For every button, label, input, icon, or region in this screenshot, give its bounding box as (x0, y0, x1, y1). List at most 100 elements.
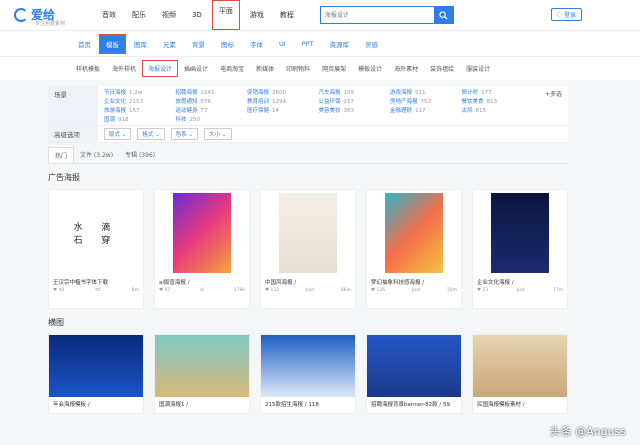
category-item[interactable]: 样机模板 (70, 64, 106, 73)
subnav-inspiration[interactable]: 灵感 (357, 39, 386, 49)
subnav-fonts[interactable]: 字体 (242, 39, 271, 49)
poster-thumb (367, 190, 461, 276)
subnav-elements[interactable]: 元素 (155, 39, 184, 49)
banner-thumb (49, 335, 143, 397)
category-item[interactable]: 装饰墙绘 (424, 64, 460, 73)
banner-thumb (155, 335, 249, 397)
subnav-ui[interactable]: UI (271, 40, 294, 48)
nav-item-3d[interactable]: 3D (184, 0, 210, 30)
subnav-icons[interactable]: 图标 (213, 39, 242, 49)
tab-albums[interactable]: 专辑 (396) (119, 147, 161, 163)
scene-filter-item[interactable]: 放假通知 576 (175, 97, 247, 105)
scene-filter-item[interactable]: 游戏海报 511 (390, 88, 462, 96)
scene-filter-item[interactable]: 国潮 918 (104, 115, 175, 123)
poster-thumb (261, 190, 355, 276)
scene-filter-item[interactable]: 运动健身 77 (175, 106, 247, 114)
scene-filter-item[interactable]: 倒计时 177 (461, 88, 532, 96)
filter-panel: 场景 节日海报 1.2w 招聘海报 2241 促销海报 2600 汽车海报 109 游戏海报 51… (48, 86, 568, 143)
scene-filter-row: 场景 节日海报 1.2w 招聘海报 2241 促销海报 2600 汽车海报 109 游戏海报 51… (48, 86, 568, 126)
poster-card[interactable]: ai版宣海报 / ♥ 47 ai 179k (154, 189, 250, 309)
dropdown-size[interactable]: 大小 ⌄ (204, 128, 232, 140)
category-item[interactable]: 电商淘宝 (214, 64, 250, 73)
subnav-backgrounds[interactable]: 背景 (184, 39, 213, 49)
nav-item-tutorial[interactable]: 教程 (272, 0, 302, 30)
scene-filter-item[interactable]: 旅游海报 157 (104, 106, 175, 114)
category-item[interactable]: 服装设计 (460, 64, 496, 73)
tab-hot[interactable]: 热门 (48, 147, 75, 163)
category-item[interactable]: 印刷物料 (280, 64, 316, 73)
category-item[interactable]: 网页展架 (316, 64, 352, 73)
chevron-down-icon: ⌄ (221, 132, 227, 138)
search-icon (439, 10, 448, 20)
scene-filter-item[interactable]: 房地产海报 753 (390, 97, 462, 105)
scene-filter-item[interactable]: 企业文化 2153 (104, 97, 175, 105)
poster-card[interactable]: 梦幻抽象科技感海报 / ♥ 126 psd 35m (366, 189, 462, 309)
ads-card-list: 水 滴石 穿 王汉宗中楷书字体下载 ♥ 40 ttf 8m ai版宣海报 / ♥ 4… (48, 189, 640, 309)
chevron-down-icon: ⌄ (188, 132, 194, 138)
scene-label: 场景 (48, 86, 98, 125)
subnav-home[interactable]: 首页 (70, 39, 99, 49)
poster-card[interactable]: 企业文化海报 / ♥ 23 psd 17m (472, 189, 568, 309)
logo-subtitle: 专注免费素材 (35, 21, 66, 27)
poster-thumb (473, 190, 567, 276)
banner-card[interactable]: 年会海报模板 / (48, 334, 144, 414)
chevron-down-icon: ⌄ (155, 132, 160, 138)
banner-card[interactable]: 招聘海报背景banner-82款 / 59 (366, 334, 462, 414)
banner-card[interactable]: 民国海报模板素材 / (472, 334, 568, 414)
dropdown-color[interactable]: 色系 ⌄ (170, 128, 199, 140)
scene-filter-item[interactable]: 汽车海报 109 (318, 88, 390, 96)
category-item[interactable]: 新媒体 (250, 64, 280, 73)
category-item[interactable]: 插画设计 (178, 64, 214, 73)
scene-filter-item[interactable]: 医疗保健 14 (247, 106, 318, 114)
banner-card[interactable]: 国潮海报1 / (154, 334, 250, 414)
poster-thumb (155, 190, 249, 276)
poster-card[interactable]: 水 滴石 穿 王汉宗中楷书字体下载 ♥ 40 ttf 8m (48, 189, 144, 309)
login-label: 登录 (563, 12, 576, 19)
subnav-ppt[interactable]: PPT (294, 40, 322, 48)
subnav-templates[interactable]: 模板 (99, 33, 126, 54)
banner-thumb (473, 335, 567, 397)
category-item-poster[interactable]: 海报设计 (142, 60, 179, 77)
scene-filter-item[interactable]: 金融理财 117 (390, 106, 462, 114)
top-bar: 爱给 专注免费素材 音效 配乐 视频 3D 平面 游戏 教程 ◌ 登录 (0, 0, 640, 30)
section-title-ads: 广告海报 (48, 173, 80, 182)
scene-filter-item[interactable]: 促销海报 2600 (247, 88, 318, 96)
main-nav: 音效 配乐 视频 3D 平面 游戏 教程 (94, 0, 302, 30)
poster-card[interactable]: 中国风海报 / ♥ 132 psd 86m (260, 189, 356, 309)
watermark: 头条 @Anguss (549, 425, 626, 438)
scene-filter-item[interactable]: 餐饮美食 813 (461, 97, 532, 105)
landscape-card-list: 年会海报模板 / 国潮海报1 / 215款招生海报 / 118 招聘海报背景ba… (48, 334, 640, 414)
search-input[interactable] (319, 6, 434, 24)
category-item[interactable]: 海外样机 (106, 64, 142, 73)
subnav-resources[interactable]: 资源库 (322, 39, 358, 49)
nav-item-video[interactable]: 视频 (154, 0, 184, 30)
scene-filter-item[interactable]: 节日海报 1.2w (104, 88, 175, 96)
category-item[interactable]: 海外素材 (388, 64, 424, 73)
scene-filter-item[interactable]: 古风 815 (461, 106, 532, 114)
dropdown-layout[interactable]: 版式 ⌄ (104, 128, 132, 140)
banner-card[interactable]: 215款招生海报 / 118 (260, 334, 356, 414)
nav-item-graphic[interactable]: 平面 (211, 0, 240, 30)
poster-thumb: 水 滴石 穿 (73, 223, 119, 246)
scene-filter-item[interactable]: 招聘海报 2241 (175, 88, 247, 96)
result-tabs: 热门 文件 (3.2w) 专辑 (396) (48, 147, 568, 164)
nav-item-music[interactable]: 配乐 (124, 0, 154, 30)
tab-files[interactable]: 文件 (3.2w) (74, 147, 119, 163)
dropdown-format[interactable]: 格式 ⌄ (137, 128, 165, 140)
login-button[interactable]: ◌ 登录 (550, 8, 582, 21)
category-item[interactable]: 模板设计 (352, 64, 388, 73)
section-title-landscape: 横图 (48, 318, 64, 327)
search-button[interactable] (433, 6, 454, 24)
user-icon: ◌ (556, 11, 562, 18)
multi-select-button[interactable]: +多选 (539, 86, 568, 125)
search-bar (319, 6, 454, 24)
subnav-gallery[interactable]: 图库 (126, 39, 155, 49)
scene-filter-item[interactable]: 美容美妆 383 (318, 106, 390, 114)
scene-grid: 节日海报 1.2w 招聘海报 2241 促销海报 2600 汽车海报 109 游戏海报 511 倒计… (98, 86, 539, 125)
nav-item-audio[interactable]: 音效 (94, 0, 124, 30)
scene-filter-item[interactable]: 公益环保 217 (318, 97, 390, 105)
scene-filter-item[interactable]: 教育培训 1294 (247, 97, 318, 105)
scene-filter-item[interactable]: 科技 250 (175, 115, 247, 123)
nav-item-game[interactable]: 游戏 (242, 0, 272, 30)
sort-filter-row: 高级选项 版式 ⌄ 格式 ⌄ 色系 ⌄ 大小 ⌄ (48, 126, 568, 143)
